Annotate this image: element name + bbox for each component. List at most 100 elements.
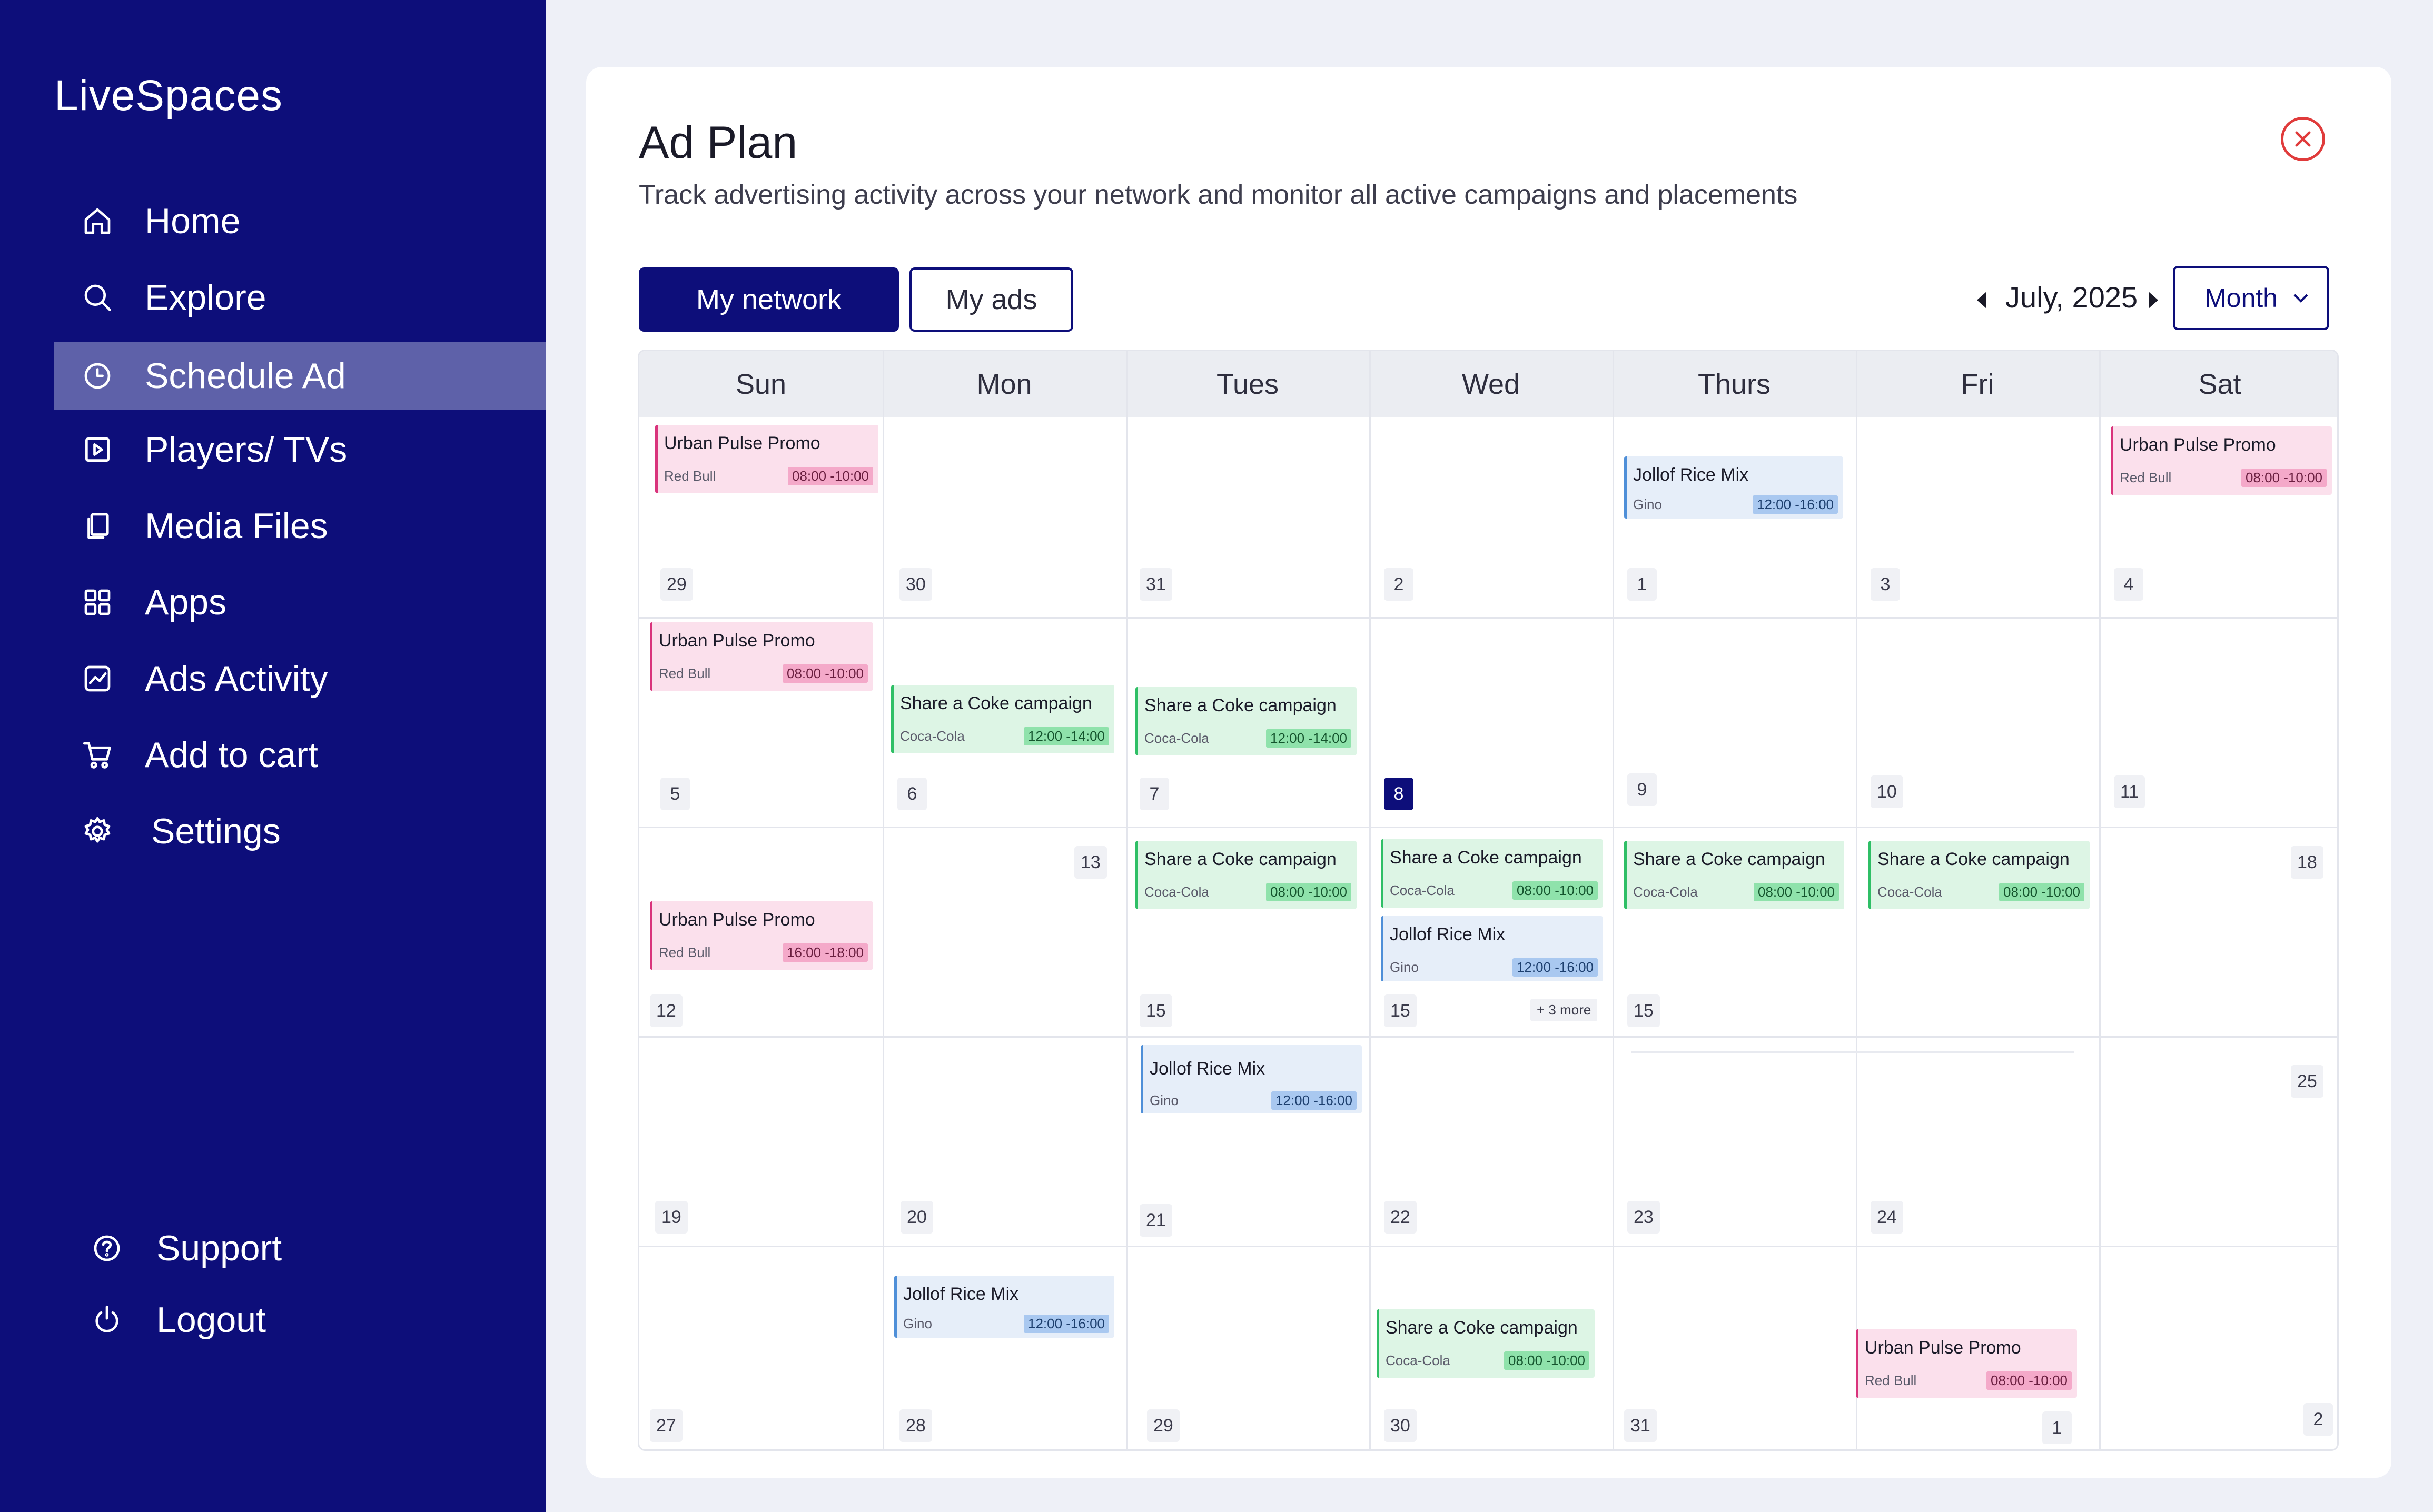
event-title: Share a Coke campaign [1633, 849, 1825, 869]
date-cell[interactable]: 11 [2114, 775, 2145, 808]
event-time: 08:00 -10:00 [1999, 883, 2084, 901]
sidebar-item-support[interactable]: Support [54, 1215, 546, 1282]
help-icon [86, 1227, 128, 1269]
date-cell[interactable]: 22 [1384, 1201, 1417, 1234]
event-brand: Red Bull [664, 468, 716, 484]
event-card[interactable]: Urban Pulse Promo Red Bull 08:00 -10:00 [1856, 1329, 2077, 1398]
event-title: Share a Coke campaign [1144, 695, 1337, 715]
event-card[interactable]: Share a Coke campaign Coca-Cola 08:00 -1… [1624, 841, 1844, 909]
date-cell[interactable]: 19 [655, 1201, 688, 1234]
event-card[interactable]: Jollof Rice Mix Gino 12:00 -16:00 [1141, 1045, 1362, 1113]
event-card[interactable]: Jollof Rice Mix Gino 12:00 -16:00 [894, 1276, 1114, 1338]
previous-month-button[interactable] [1971, 287, 1992, 313]
day-header-tues: Tues [1216, 369, 1279, 400]
date-cell[interactable]: 24 [1871, 1201, 1903, 1234]
close-button[interactable] [2281, 117, 2325, 161]
date-cell[interactable]: 30 [899, 568, 932, 601]
day-header-mon: Mon [976, 369, 1032, 400]
event-time: 08:00 -10:00 [1986, 1371, 2072, 1390]
cart-icon [76, 734, 118, 776]
event-title: Jollof Rice Mix [1633, 465, 1749, 485]
tab-my-ads[interactable]: My ads [909, 267, 1073, 332]
event-card[interactable]: Urban Pulse Promo Red Bull 16:00 -18:00 [650, 901, 873, 970]
sidebar-item-settings[interactable]: Settings [54, 798, 546, 865]
date-cell[interactable]: 15 [1384, 994, 1417, 1027]
event-brand: Coca-Cola [900, 728, 965, 744]
event-card[interactable]: Jollof Rice Mix Gino 12:00 -16:00 [1624, 456, 1843, 519]
event-brand: Red Bull [659, 944, 711, 960]
event-card[interactable]: Share a Coke campaign Coca-Cola 12:00 -1… [891, 685, 1114, 753]
next-month-button[interactable] [2143, 287, 2164, 313]
date-cell[interactable]: 1 [1627, 568, 1657, 601]
sidebar-item-label: Settings [151, 811, 281, 851]
date-cell[interactable]: 21 [1140, 1204, 1172, 1237]
date-cell[interactable]: 15 [1140, 994, 1172, 1027]
event-card[interactable]: Urban Pulse Promo Red Bull 08:00 -10:00 [2111, 426, 2332, 495]
sidebar-item-players-tvs[interactable]: Players/ TVs [54, 416, 546, 483]
event-title: Jollof Rice Mix [1390, 924, 1506, 944]
date-cell[interactable]: 31 [1140, 568, 1172, 601]
event-card[interactable]: Share a Coke campaign Coca-Cola 08:00 -1… [1381, 839, 1603, 908]
sidebar-item-ads-activity[interactable]: Ads Activity [54, 645, 546, 712]
page-subtitle: Track advertising activity across your n… [639, 180, 1798, 210]
sidebar-item-media-files[interactable]: Media Files [54, 492, 546, 560]
event-brand: Coca-Cola [1144, 730, 1209, 746]
sidebar-item-logout[interactable]: Logout [54, 1286, 546, 1354]
event-card[interactable]: Urban Pulse Promo Red Bull 08:00 -10:00 [650, 622, 873, 691]
date-cell[interactable]: 2 [1384, 568, 1413, 601]
sidebar-item-add-to-cart[interactable]: Add to cart [54, 721, 546, 789]
more-events-link[interactable]: + 3 more [1530, 999, 1598, 1021]
date-cell[interactable]: 4 [2114, 568, 2143, 601]
date-cell[interactable]: 12 [650, 994, 683, 1027]
date-cell[interactable]: 1 [2042, 1411, 2072, 1444]
event-card[interactable]: Urban Pulse Promo Red Bull 08:00 -10:00 [655, 425, 878, 493]
event-card[interactable]: Share a Coke campaign Coca-Cola 08:00 -1… [1868, 841, 2090, 909]
date-cell[interactable]: 28 [899, 1409, 932, 1442]
event-brand: Coca-Cola [1390, 882, 1455, 898]
date-cell[interactable]: 29 [660, 568, 693, 601]
date-cell[interactable]: 30 [1384, 1409, 1417, 1442]
event-card[interactable]: Share a Coke campaign Coca-Cola 08:00 -1… [1135, 841, 1357, 909]
grid-line [1856, 351, 1857, 1449]
date-cell[interactable]: 7 [1140, 778, 1169, 810]
grid-line [1126, 351, 1128, 1449]
date-cell[interactable]: 25 [2291, 1065, 2323, 1098]
caret-left-icon [1977, 292, 1986, 309]
date-cell[interactable]: 15 [1627, 994, 1660, 1027]
sidebar-item-schedule-ad[interactable]: Schedule Ad [54, 342, 546, 410]
brand-logo: LiveSpaces [54, 72, 283, 120]
event-time: 12:00 -16:00 [1271, 1091, 1357, 1110]
date-cell[interactable]: 9 [1627, 773, 1657, 806]
event-title: Urban Pulse Promo [659, 910, 815, 930]
date-cell[interactable]: 2 [2303, 1403, 2333, 1436]
event-card[interactable]: Share a Coke campaign Coca-Cola 12:00 -1… [1135, 687, 1357, 755]
event-brand: Gino [903, 1316, 932, 1331]
event-brand: Coca-Cola [1877, 884, 1942, 900]
date-cell[interactable]: 5 [660, 778, 690, 810]
day-header-sat: Sat [2198, 369, 2241, 400]
sidebar-item-apps[interactable]: Apps [54, 569, 546, 636]
date-cell[interactable]: 20 [901, 1201, 933, 1234]
date-cell[interactable]: 23 [1627, 1201, 1660, 1234]
date-cell[interactable]: 6 [897, 778, 927, 810]
sidebar-item-home[interactable]: Home [54, 187, 546, 255]
power-icon [86, 1299, 128, 1341]
sidebar-item-label: Ads Activity [145, 659, 328, 699]
event-card[interactable]: Share a Coke campaign Coca-Cola 08:00 -1… [1377, 1309, 1595, 1378]
date-cell[interactable]: 13 [1074, 846, 1107, 879]
page-title: Ad Plan [639, 117, 798, 168]
date-cell[interactable]: 18 [2291, 846, 2323, 879]
event-title: Share a Coke campaign [1386, 1318, 1578, 1338]
event-card[interactable]: Jollof Rice Mix Gino 12:00 -16:00 [1381, 916, 1603, 981]
grid-line [1369, 351, 1371, 1449]
sidebar-item-explore[interactable]: Explore [54, 264, 546, 331]
view-select[interactable]: Month [2173, 266, 2329, 330]
tab-my-network[interactable]: My network [639, 267, 899, 332]
date-cell[interactable]: 3 [1871, 568, 1900, 601]
date-cell-today[interactable]: 8 [1384, 778, 1413, 810]
event-title: Share a Coke campaign [1877, 849, 2070, 869]
date-cell[interactable]: 10 [1871, 775, 1903, 808]
date-cell[interactable]: 31 [1624, 1409, 1657, 1442]
date-cell[interactable]: 29 [1147, 1409, 1180, 1442]
date-cell[interactable]: 27 [650, 1409, 683, 1442]
